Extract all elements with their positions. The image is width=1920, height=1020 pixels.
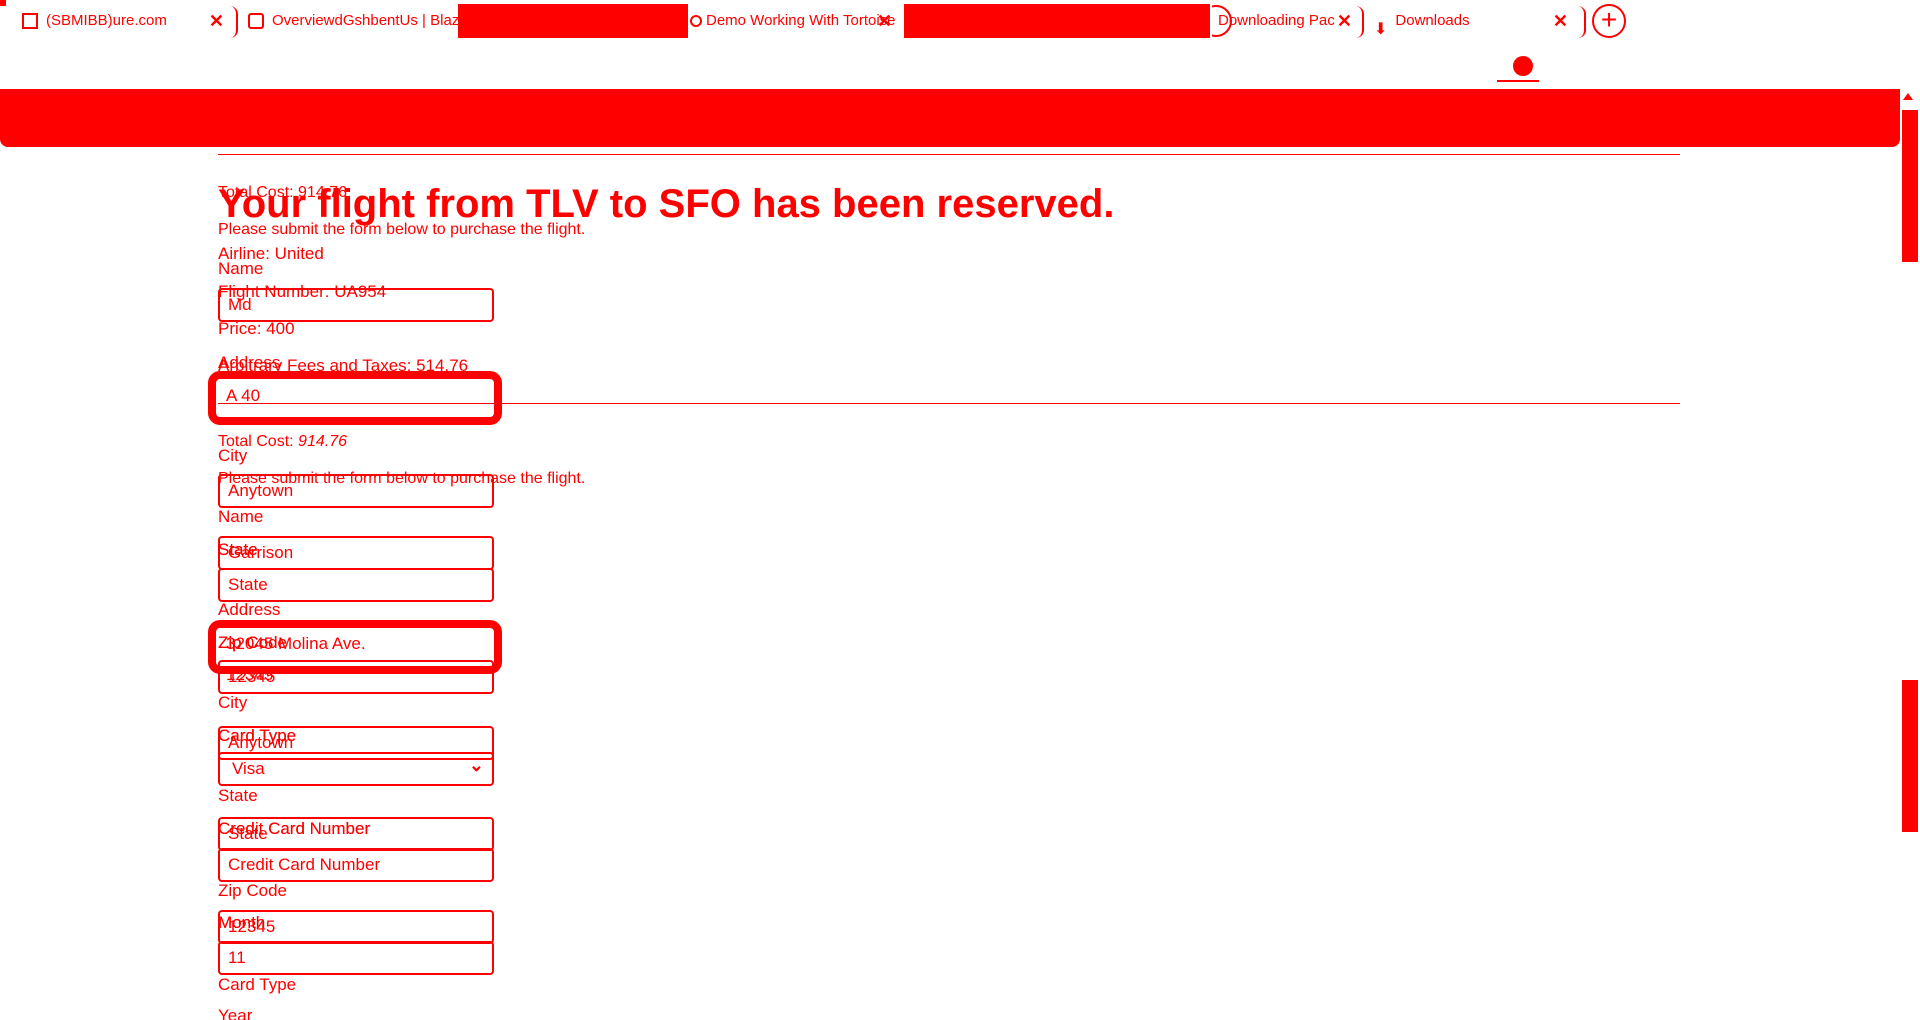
total-cost-value: 914.76: [298, 433, 347, 450]
scrollbar-thumb[interactable]: [1902, 680, 1918, 832]
tab-6-label: Downloading Pac: [1218, 12, 1335, 29]
name-label: Name: [218, 507, 264, 526]
zip-label-2: Zip Code: [218, 881, 287, 900]
zip-label-1: Zip Code: [218, 633, 287, 652]
fees-text: Arbitrary Fees and Taxes: 514.76: [218, 356, 469, 375]
total-cost-text: Total Cost: 914.76: [218, 433, 347, 451]
address-highlight: [208, 371, 502, 425]
close-tab-6-icon[interactable]: ✕: [1337, 4, 1352, 38]
state-label-1: State: [218, 540, 258, 559]
window-corner-marker: [0, 0, 6, 6]
page-content: Total Cost: 914.76 Please submit the for…: [0, 148, 1900, 1020]
airline-text: Airline: United: [218, 244, 324, 263]
tab-2[interactable]: OverviewdGshbentUs | Blaz: [248, 4, 458, 38]
recording-indicator-icon: [1513, 56, 1533, 76]
tab-1[interactable]: (SBMIBB)ure.com ✕: [22, 4, 234, 38]
close-tab-4-icon[interactable]: ✕: [877, 4, 892, 38]
tab-separator: [1356, 6, 1364, 38]
divider: [218, 403, 1680, 404]
submit-instructions: Please submit the form below to purchase…: [218, 470, 586, 487]
site-favicon-icon: [22, 13, 38, 30]
tab-4[interactable]: Demo Working With Tortoise ✕: [690, 4, 898, 38]
tab-4-label: Demo Working With Tortoise: [706, 12, 896, 29]
browser-toolbar: [0, 89, 1900, 147]
tab-strip: (SBMIBB)ure.com ✕ OverviewdGshbentUs | B…: [0, 0, 1920, 44]
tab-5[interactable]: [904, 4, 1210, 38]
tab-2-label: OverviewdGshbentUs | Blaz: [272, 12, 458, 29]
credit-card-label: Credit Card Number: [218, 819, 371, 838]
credit-card-input[interactable]: Credit Card Number: [218, 848, 494, 882]
card-type-select[interactable]: Visa: [218, 752, 494, 786]
flight-number-text: Flight Number: UA954: [218, 282, 387, 301]
scrollbar-track[interactable]: [1902, 110, 1918, 262]
card-type-label-2: Card Type: [218, 975, 297, 994]
tab-separator: [230, 6, 238, 38]
page-favicon-icon: [248, 13, 264, 30]
close-tab-7-icon[interactable]: ✕: [1553, 4, 1568, 38]
total-cost-label: Total Cost:: [218, 433, 294, 450]
tab-6[interactable]: Downloading Pac ✕: [1212, 4, 1364, 38]
card-type-label-1: Card Type: [218, 726, 297, 745]
download-icon: ⬇: [1374, 21, 1388, 38]
address-label: Address: [218, 600, 281, 619]
price-text: Price: 400: [218, 319, 295, 338]
year-label: Year: [218, 1006, 253, 1020]
page-title: Your flight from TLV to SFO has been res…: [218, 182, 1115, 226]
scroll-up-arrow-icon[interactable]: [1903, 93, 1913, 100]
zip-input[interactable]: 12345: [218, 660, 494, 694]
tab-separator: [1578, 6, 1586, 38]
new-tab-button[interactable]: +: [1592, 4, 1626, 38]
tab-7-label: Downloads: [1395, 12, 1470, 29]
city-label: City: [218, 693, 248, 712]
month-input[interactable]: 11: [218, 941, 494, 975]
people-favicon-icon: [690, 15, 702, 28]
state-label-2: State: [218, 786, 258, 805]
month-label: Month: [218, 913, 266, 932]
close-tab-1-icon[interactable]: ✕: [209, 4, 224, 38]
tab-1-label: (SBMIBB)ure.com: [46, 12, 167, 29]
tab-3[interactable]: [458, 4, 688, 38]
tab-7[interactable]: ⬇ Downloads ✕: [1374, 4, 1580, 38]
ghost-state-input[interactable]: Garrison: [218, 536, 494, 570]
state-input[interactable]: State: [218, 568, 494, 602]
divider: [218, 154, 1680, 155]
recording-indicator-underline: [1497, 80, 1539, 82]
